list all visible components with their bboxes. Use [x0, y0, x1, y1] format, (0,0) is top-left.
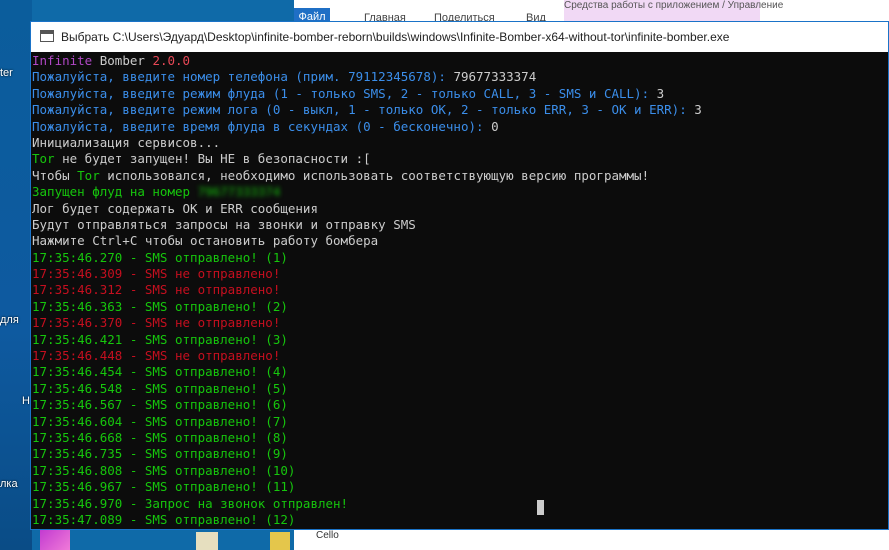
log-entry: 17:35:46.668 - SMS отправлено! (8) [32, 429, 288, 445]
desktop-icon-label[interactable]: лка [0, 478, 18, 490]
blurred-phone-number: 79677333374 [197, 184, 281, 200]
desktop-background [0, 0, 32, 550]
log-entry: 17:35:46.370 - SMS не отправлено! [32, 315, 281, 331]
prompt-text: Пожалуйста, введите время флуда в секунд… [32, 118, 492, 134]
window-title: Выбрать C:\Users\Эдуард\Desktop\infinite… [61, 30, 730, 44]
prompt-text: Пожалуйста, введите номер телефона (прим… [32, 69, 454, 85]
desktop-icon-label[interactable]: для [0, 314, 19, 326]
tor-label: Tor [77, 167, 100, 183]
log-entry: 17:35:47.089 - SMS отправлено! (12) [32, 511, 296, 527]
prompt-value: 3 [694, 102, 702, 118]
console-app-icon [40, 30, 54, 42]
log-entry: 17:35:46.567 - SMS отправлено! (6) [32, 397, 288, 413]
app-version: 2.0.0 [152, 53, 191, 68]
prompt-flood-time: Пожалуйста, введите время флуда в секунд… [32, 119, 888, 135]
requests-line: Будут отправляться запросы на звонки и о… [32, 216, 416, 232]
prompt-value: 0 [491, 118, 499, 134]
prompt-value: 3 [656, 85, 665, 101]
log-entry: 17:35:46.454 - SMS отправлено! (4) [32, 364, 288, 380]
log-entry: 17:35:46.270 - SMS отправлено! (1) [32, 249, 288, 265]
prompt-phone: Пожалуйста, введите номер телефона (прим… [32, 69, 888, 85]
background-status-area: Cello [294, 530, 889, 550]
app-name: Infinite [32, 53, 93, 68]
log-list: 17:35:46.270 - SMS отправлено! (1) 17:35:… [32, 250, 888, 529]
log-entry: 17:35:46.967 - SMS отправлено! (11) [32, 479, 296, 495]
prompt-flood-mode: Пожалуйста, введите режим флуда (1 - тол… [32, 86, 888, 102]
init-line: Инициализация сервисов... [32, 134, 221, 150]
flood-started-text: Запущен флуд на номер [32, 184, 198, 200]
tor-warning-text: не будет запущен! Вы НЕ в безопасности :… [54, 151, 371, 167]
log-entry: 17:35:46.970 - Запрос на звонок отправле… [32, 495, 349, 511]
tor-hint-text: Чтобы [32, 167, 78, 183]
stop-hint-line: Нажмите Ctrl+C чтобы остановить работу б… [32, 233, 379, 249]
log-entry: 17:35:46.421 - SMS отправлено! (3) [32, 331, 288, 347]
app-name-word: Bomber [99, 53, 145, 68]
tor-warning-line: Tor не будет запущен! Вы НЕ в безопаснос… [32, 151, 888, 167]
log-entry: 17:35:46.604 - SMS отправлено! (7) [32, 413, 288, 429]
prompt-text: Пожалуйста, введите режим лога (0 - выкл… [32, 102, 695, 118]
log-entry: 17:35:46.312 - SMS не отправлено! [32, 282, 281, 298]
tor-hint-line: Чтобы Tor использовался, необходимо испо… [32, 168, 888, 184]
folder-icon[interactable] [270, 532, 290, 550]
prompt-value: 79677333374 [453, 69, 537, 85]
log-entry: 17:35:46.548 - SMS отправлено! (5) [32, 380, 288, 396]
console-titlebar[interactable]: Выбрать C:\Users\Эдуард\Desktop\infinite… [31, 22, 888, 52]
log-entry: 17:35:47.143 - SMS отправлено! (13) [32, 528, 888, 529]
prompt-log-mode: Пожалуйста, введите режим лога (0 - выкл… [32, 102, 888, 118]
log-entry: 17:35:46.363 - SMS отправлено! (2) [32, 298, 288, 314]
desktop-icon-label[interactable]: ter [0, 67, 13, 79]
flood-started-line: Запущен флуд на номер 79677333374 [32, 184, 888, 200]
desktop-icon-label[interactable]: Н [22, 395, 30, 407]
prompt-text: Пожалуйста, введите режим флуда (1 - тол… [32, 85, 657, 101]
console-output[interactable]: Infinite Bomber 2.0.0 Пожалуйста, введит… [31, 53, 888, 529]
log-mode-line: Лог будет содержать OK и ERR сообщения [32, 200, 318, 216]
background-list-item[interactable]: Cello [316, 530, 339, 541]
log-entry: 17:35:46.808 - SMS отправлено! (10) [32, 462, 296, 478]
tor-label: Tor [32, 151, 55, 167]
log-entry: 17:35:46.309 - SMS не отправлено! [32, 266, 281, 282]
console-window[interactable]: Выбрать C:\Users\Эдуард\Desktop\infinite… [30, 21, 889, 530]
log-entry: 17:35:46.448 - SMS не отправлено! [32, 348, 281, 364]
app-icon[interactable] [40, 530, 70, 550]
tor-hint-text: использовался, необходимо использовать с… [99, 167, 650, 183]
file-icon[interactable] [196, 532, 218, 550]
text-cursor [537, 500, 544, 515]
console-header-line: Infinite Bomber 2.0.0 [32, 53, 888, 69]
log-entry: 17:35:46.735 - SMS отправлено! (9) [32, 446, 288, 462]
